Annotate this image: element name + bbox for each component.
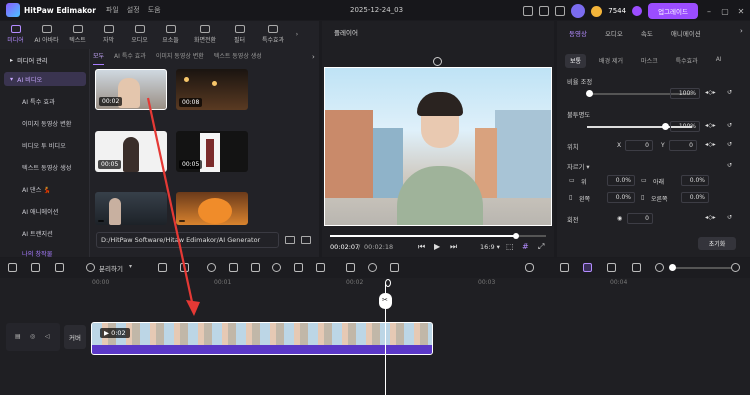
arrow-head (186, 300, 200, 316)
annotation-arrow (146, 97, 200, 316)
arrow-line (146, 97, 194, 303)
